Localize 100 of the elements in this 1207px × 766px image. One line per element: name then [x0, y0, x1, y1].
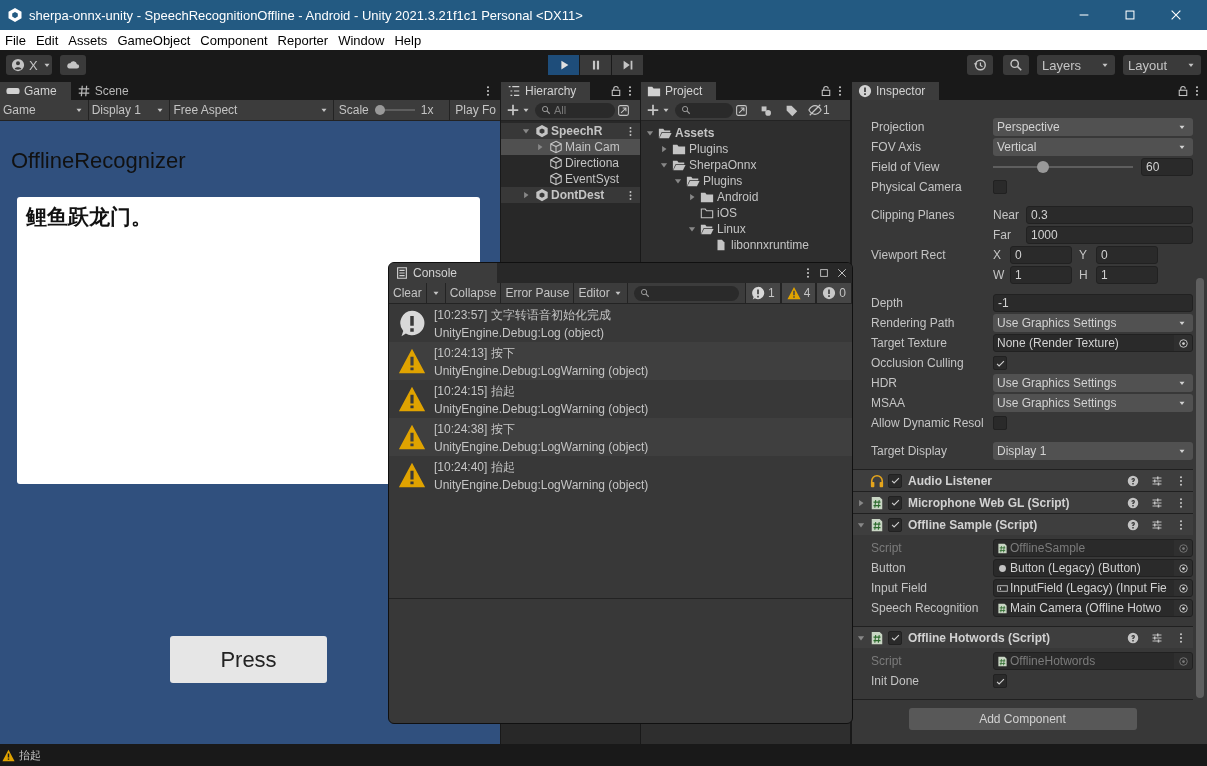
slider-thumb[interactable]	[374, 105, 385, 115]
help-icon[interactable]	[1127, 631, 1139, 644]
object-field[interactable]: None (Render Texture)	[993, 334, 1193, 352]
sliders-icon[interactable]	[1151, 474, 1163, 487]
menu-item[interactable]: Component	[195, 32, 273, 48]
menu-item[interactable]: Assets	[63, 32, 113, 48]
view-dropdown[interactable]: Game	[0, 100, 89, 120]
clear-button[interactable]: Clear	[389, 283, 427, 303]
dropdown[interactable]: Use Graphics Settings	[993, 374, 1193, 392]
cloud-button[interactable]	[60, 55, 86, 75]
number-field[interactable]: 0.3	[1026, 206, 1193, 224]
menu-item[interactable]: Edit	[30, 32, 64, 48]
editor-dropdown[interactable]: Editor	[574, 283, 628, 303]
search-field[interactable]: All	[535, 102, 615, 118]
component-header[interactable]: Offline Sample (Script)	[852, 513, 1193, 535]
panel-tab[interactable]: Inspector	[852, 82, 940, 100]
object-field[interactable]: InputField (Legacy) (Input Fie	[993, 579, 1193, 597]
menu-item[interactable]: GameObject	[112, 32, 196, 48]
popout-icon[interactable]	[617, 103, 630, 117]
dropdown[interactable]: Use Graphics Settings	[993, 394, 1193, 412]
menu-item[interactable]: Window	[333, 32, 390, 48]
search-field[interactable]	[675, 102, 733, 118]
menu-item[interactable]: Reporter	[272, 32, 334, 48]
layout-dropdown[interactable]: Layout	[1123, 55, 1201, 75]
toggle-button[interactable]: Collapse	[445, 283, 502, 303]
toggle-button[interactable]: Error Pause	[501, 283, 575, 303]
component-header[interactable]: Microphone Web GL (Script)	[852, 491, 1193, 513]
project-item[interactable]: Assets	[641, 125, 850, 141]
number-field[interactable]: -1	[993, 294, 1193, 312]
sliders-icon[interactable]	[1151, 496, 1163, 509]
info-bubble-filter-button[interactable]: 1	[744, 283, 781, 303]
lock-icon[interactable]	[820, 85, 832, 97]
panel-tab[interactable]: Hierarchy	[501, 82, 591, 100]
layers-dropdown[interactable]: Layers	[1037, 55, 1115, 75]
project-item[interactable]: iOS	[641, 205, 850, 221]
number-field[interactable]: 0	[1096, 246, 1158, 264]
pause-button[interactable]	[580, 55, 611, 75]
help-icon[interactable]	[1127, 474, 1139, 487]
lock-icon[interactable]	[610, 85, 622, 97]
collapse-arrow-icon[interactable]	[687, 224, 697, 234]
account-dropdown[interactable]: X	[6, 55, 52, 75]
play-button[interactable]	[548, 55, 579, 75]
collapse-arrow-icon[interactable]	[673, 176, 683, 186]
checkbox[interactable]	[888, 473, 902, 488]
dropdown[interactable]: Perspective	[993, 118, 1193, 136]
dropdown[interactable]: Use Graphics Settings	[993, 314, 1193, 332]
lock-icon[interactable]	[1177, 85, 1189, 97]
menu-item[interactable]: File	[0, 32, 31, 48]
help-icon[interactable]	[1127, 496, 1139, 509]
sliders-icon[interactable]	[1151, 518, 1163, 531]
component-header[interactable]: Offline Hotwords (Script)	[852, 626, 1193, 648]
hierarchy-item[interactable]: Main Cam	[501, 139, 640, 155]
log-entry[interactable]: [10:24:13] 按下 UnityEngine.Debug:LogWarning (object)	[389, 342, 852, 380]
log-entry[interactable]: [10:24:38] 按下 UnityEngine.Debug:LogWarning (object)	[389, 418, 852, 456]
search-button[interactable]	[1003, 55, 1029, 75]
expand-arrow-icon[interactable]	[856, 497, 866, 508]
number-field[interactable]: 1000	[1026, 226, 1193, 244]
warning-filter-button[interactable]: 4	[780, 283, 817, 303]
panel-tab[interactable]: Game	[0, 82, 71, 100]
popout-icon[interactable]	[735, 103, 748, 117]
slider-thumb[interactable]	[1036, 161, 1049, 173]
hierarchy-item[interactable]: EventSyst	[501, 171, 640, 187]
project-item[interactable]: Linux	[641, 221, 850, 237]
hierarchy-item[interactable]: DontDest	[501, 187, 640, 203]
panel-tab[interactable]: Project	[641, 82, 717, 100]
add-component-button[interactable]: Add Component	[908, 708, 1137, 730]
collapse-arrow-icon[interactable]	[521, 126, 531, 136]
error-filter-button[interactable]: 0	[816, 283, 852, 303]
filter-type-icon[interactable]	[760, 103, 773, 117]
object-field[interactable]: Main Camera (Offline Hotwo	[993, 599, 1193, 617]
hidden-packages-button[interactable]: 1	[808, 103, 830, 117]
project-item[interactable]: libonnxruntime	[641, 237, 850, 253]
collapse-arrow-icon[interactable]	[645, 128, 655, 138]
checkbox[interactable]	[888, 495, 902, 510]
number-field[interactable]: 1	[1010, 266, 1072, 284]
play-focus-dropdown[interactable]: Play Fo	[450, 100, 500, 120]
component-header[interactable]: Audio Listener	[852, 469, 1193, 491]
collapse-arrow-icon[interactable]	[659, 160, 669, 170]
hierarchy-item[interactable]: SpeechR	[501, 123, 640, 139]
expand-arrow-icon[interactable]	[687, 192, 697, 202]
help-icon[interactable]	[1127, 518, 1139, 531]
checkbox[interactable]	[888, 517, 902, 532]
press-button[interactable]: Press	[170, 636, 327, 683]
history-button[interactable]	[967, 55, 993, 75]
display-dropdown[interactable]: Display 1	[88, 100, 171, 120]
sliders-icon[interactable]	[1151, 631, 1163, 644]
expand-arrow-icon[interactable]	[659, 144, 669, 154]
hierarchy-item[interactable]: Directiona	[501, 155, 640, 171]
project-item[interactable]: SherpaOnnx	[641, 157, 850, 173]
checkbox[interactable]	[993, 674, 1007, 688]
step-forward-button[interactable]	[612, 55, 643, 75]
dropdown[interactable]: Vertical	[993, 138, 1193, 156]
project-item[interactable]: Plugins	[641, 173, 850, 189]
number-field[interactable]: 1	[1096, 266, 1158, 284]
project-item[interactable]: Plugins	[641, 141, 850, 157]
number-field[interactable]: 60	[1141, 158, 1193, 176]
menu-item[interactable]: Help	[389, 32, 427, 48]
tag-icon[interactable]	[785, 103, 798, 117]
panel-tab[interactable]: Console	[389, 263, 498, 283]
search-field[interactable]	[633, 285, 739, 301]
